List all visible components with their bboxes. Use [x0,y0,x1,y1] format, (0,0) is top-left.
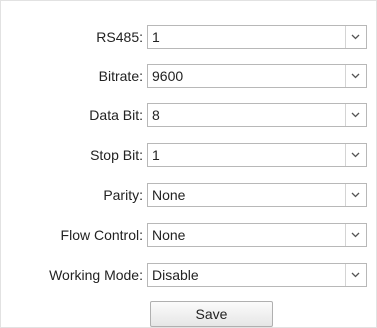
flow-control-row: Flow Control: None [1,223,377,247]
rs485-value: 1 [152,29,160,45]
chevron-down-icon[interactable] [346,26,366,48]
stop-bit-value: 1 [152,147,160,163]
data-bit-label: Data Bit: [89,107,143,123]
chevron-down-icon[interactable] [346,184,366,206]
save-button[interactable]: Save [150,301,273,327]
data-bit-select[interactable]: 8 [147,103,367,127]
parity-row: Parity: None [1,183,377,207]
rs485-row: RS485: 1 [1,25,377,49]
parity-label: Parity: [103,187,143,203]
chevron-down-icon[interactable] [346,104,366,126]
chevron-down-icon[interactable] [346,224,366,246]
bitrate-select[interactable]: 9600 [147,64,367,88]
serial-settings-panel: RS485: 1 Bitrate: 9600 Data Bit: 8 Stop … [0,0,377,328]
chevron-down-icon[interactable] [346,65,366,87]
bitrate-row: Bitrate: 9600 [1,64,377,88]
chevron-down-icon[interactable] [346,264,366,286]
working-mode-row: Working Mode: Disable [1,263,377,287]
rs485-select[interactable]: 1 [147,25,367,49]
data-bit-row: Data Bit: 8 [1,103,377,127]
rs485-label: RS485: [96,29,143,45]
data-bit-value: 8 [152,107,160,123]
stop-bit-row: Stop Bit: 1 [1,143,377,167]
working-mode-select[interactable]: Disable [147,263,367,287]
working-mode-value: Disable [152,267,199,283]
flow-control-label: Flow Control: [60,227,143,243]
stop-bit-label: Stop Bit: [90,147,143,163]
stop-bit-select[interactable]: 1 [147,143,367,167]
flow-control-value: None [152,227,186,243]
parity-select[interactable]: None [147,183,367,207]
bitrate-label: Bitrate: [98,68,143,84]
chevron-down-icon[interactable] [346,144,366,166]
working-mode-label: Working Mode: [49,267,143,283]
bitrate-value: 9600 [152,68,184,84]
parity-value: None [152,187,186,203]
flow-control-select[interactable]: None [147,223,367,247]
